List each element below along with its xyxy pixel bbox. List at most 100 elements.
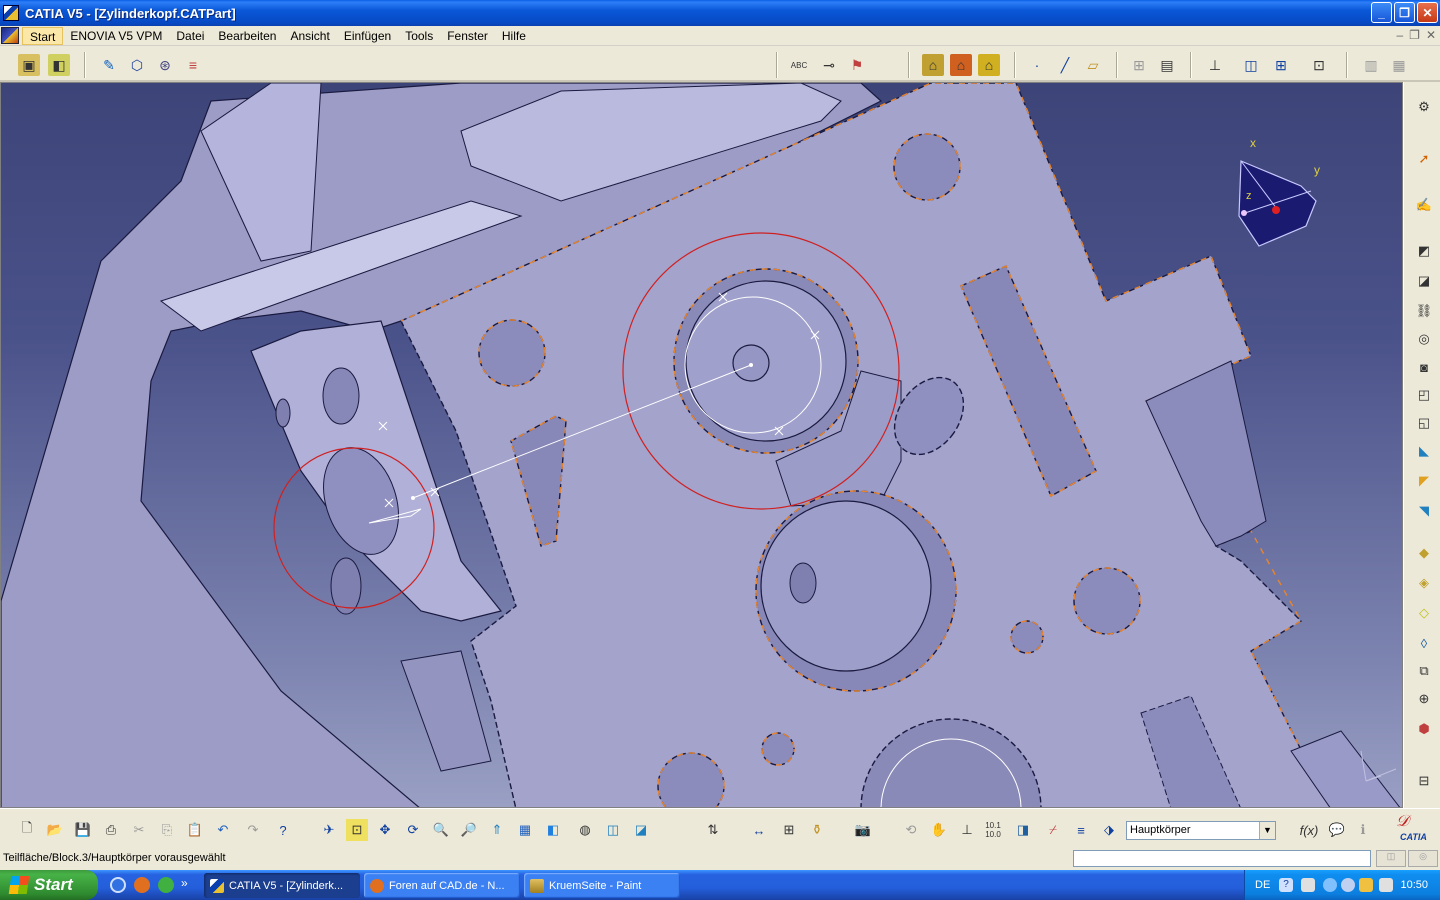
define-in-work-object-icon[interactable]: ⬗ [1098, 819, 1120, 841]
pad-icon[interactable]: ▣ [18, 54, 40, 76]
new-file-icon[interactable]: 🗋 [16, 819, 38, 841]
menu-fenster[interactable]: Fenster [440, 27, 495, 45]
translate-icon[interactable]: ⧉ [1413, 660, 1435, 682]
print-icon[interactable]: ⎙ [100, 819, 122, 841]
rotate-view-icon[interactable]: ⟳ [402, 819, 424, 841]
task-paint[interactable]: KruemSeite - Paint [524, 873, 680, 898]
slot-feature-icon[interactable]: ◰ [1413, 384, 1435, 406]
command-input[interactable] [1073, 850, 1371, 867]
measure-item-icon[interactable]: ⊞ [778, 819, 800, 841]
sketcher-icon[interactable]: ✍ [1413, 194, 1435, 216]
measure-between-icon[interactable]: ↔ [748, 819, 770, 841]
sew-surface-icon[interactable]: ◊ [1413, 632, 1435, 654]
help-tray-icon[interactable]: ? [1279, 878, 1293, 892]
ie-quicklaunch-icon[interactable] [110, 877, 126, 893]
axis-system-icon[interactable]: ⊥ [1204, 54, 1226, 76]
annotation-abc-icon[interactable]: ABC [788, 54, 810, 76]
menu-start[interactable]: Start [22, 26, 64, 45]
hide-show-icon[interactable]: ◫ [602, 819, 624, 841]
open-folder-icon[interactable]: 📂 [44, 819, 66, 841]
text-with-leader-icon[interactable]: ⊸ [818, 54, 840, 76]
messenger-tray-icon[interactable] [1359, 878, 1373, 892]
firefox-quicklaunch-icon[interactable] [134, 877, 150, 893]
work-object-select[interactable]: Hauptkörper ▼ [1126, 821, 1276, 840]
menu-einfuegen[interactable]: Einfügen [337, 27, 398, 45]
knowledge-icon[interactable]: ℹ [1352, 819, 1374, 841]
fly-mode-icon[interactable]: ✈ [318, 819, 340, 841]
task-firefox[interactable]: Foren auf CAD.de - N... [364, 873, 520, 898]
doc-restore-icon[interactable]: ❐ [1409, 28, 1420, 42]
manipulate-hand-icon[interactable]: ✋ [928, 819, 950, 841]
normal-view-icon[interactable]: ⇑ [486, 819, 508, 841]
save-icon[interactable]: 💾 [72, 819, 94, 841]
update-icon[interactable]: ⇅ [702, 819, 724, 841]
chamfer-icon[interactable]: ◤ [1413, 470, 1435, 492]
boolean-icon[interactable]: ⬢ [1413, 718, 1435, 740]
close-button[interactable]: ✕ [1417, 2, 1438, 23]
menu-ansicht[interactable]: Ansicht [283, 27, 336, 45]
draft-icon[interactable]: ◥ [1413, 500, 1435, 522]
minimize-button[interactable]: _ [1371, 2, 1392, 23]
loft-feature-icon[interactable]: ◱ [1413, 412, 1435, 434]
groove-icon[interactable]: ⊛ [154, 54, 176, 76]
whats-this-icon[interactable]: ? [272, 819, 294, 841]
start-button[interactable]: Start [0, 870, 98, 900]
fix-together-icon[interactable]: ⊞ [1128, 54, 1150, 76]
3d-viewport[interactable]: x y z [0, 82, 1403, 808]
point-icon[interactable]: · [1026, 54, 1048, 76]
thick-surface-icon[interactable]: ◈ [1413, 572, 1435, 594]
task-catia[interactable]: CATIA V5 - [Zylinderk... [204, 873, 360, 898]
shaft-feature-icon[interactable]: ⛓ [1413, 300, 1435, 322]
cut-icon[interactable]: ✂ [128, 819, 150, 841]
iso-view-icon[interactable]: ◧ [542, 819, 564, 841]
grid-icon[interactable]: ⊞ [1270, 54, 1292, 76]
material-library-icon[interactable]: ⌂ [950, 54, 972, 76]
document-icon[interactable] [1, 27, 19, 44]
material-rendering-icon[interactable]: ⌂ [978, 54, 1000, 76]
menu-bearbeiten[interactable]: Bearbeiten [211, 27, 283, 45]
sketch-icon[interactable]: ✎ [98, 54, 120, 76]
doc-close-icon[interactable]: ✕ [1426, 28, 1436, 42]
layer-filter-icon[interactable]: ◨ [1012, 819, 1034, 841]
network-tray-icon[interactable] [1301, 878, 1315, 892]
zoom-in-icon[interactable]: 🔍 [430, 819, 452, 841]
settings-gear-icon[interactable]: ⚙ [1413, 96, 1435, 118]
sync-tray-icon[interactable] [1341, 878, 1355, 892]
pan-icon[interactable]: ✥ [374, 819, 396, 841]
flag-note-icon[interactable]: ⚑ [846, 54, 868, 76]
chevron-down-icon[interactable]: ▼ [1259, 822, 1275, 839]
measure-icon[interactable]: ⊟ [1413, 770, 1435, 792]
stiffener-icon[interactable]: ≡ [182, 54, 204, 76]
copy-icon[interactable]: ⎘ [156, 819, 178, 841]
hole-feature-icon[interactable]: ◎ [1413, 328, 1435, 350]
close-surface-icon[interactable]: ◇ [1413, 602, 1435, 624]
messenger-quicklaunch-icon[interactable] [158, 877, 174, 893]
command-history-button[interactable]: ◫ [1376, 850, 1406, 867]
measure-inertia-icon[interactable]: ⚱ [806, 819, 828, 841]
back-tray-icon[interactable] [1323, 878, 1337, 892]
command-stop-button[interactable]: ◎ [1408, 850, 1438, 867]
catia-app-icon[interactable] [3, 5, 19, 21]
select-arrow-icon[interactable]: ➚ [1413, 148, 1435, 170]
multi-view-icon[interactable]: ▦ [514, 819, 536, 841]
catalog-icon[interactable]: ▤ [1156, 54, 1178, 76]
maximize-button[interactable]: ❐ [1394, 2, 1415, 23]
pocket-icon[interactable]: ◧ [48, 54, 70, 76]
shaft-icon[interactable]: ⬡ [126, 54, 148, 76]
language-indicator[interactable]: DE [1255, 879, 1270, 891]
view-mode-icon[interactable]: ◫ [1240, 54, 1262, 76]
capture-icon[interactable]: 📷 [852, 819, 874, 841]
list-icon[interactable]: ≡ [1070, 819, 1092, 841]
scale-icon[interactable]: 10.1 10.0 [982, 819, 1004, 841]
paste-icon[interactable]: 📋 [184, 819, 206, 841]
split-icon[interactable]: ◆ [1413, 542, 1435, 564]
rotate-icon[interactable]: ⊕ [1413, 688, 1435, 710]
line-icon[interactable]: ╱ [1054, 54, 1076, 76]
formula-icon[interactable]: f(x) [1298, 819, 1320, 841]
doc-minimize-icon[interactable]: – [1396, 28, 1403, 42]
redo-icon[interactable]: ↷ [242, 819, 264, 841]
zoom-out-icon[interactable]: 🔎 [458, 819, 480, 841]
undo-icon[interactable]: ↶ [212, 819, 234, 841]
swap-visible-space-icon[interactable]: ◪ [630, 819, 652, 841]
swap-view-icon[interactable]: ▦ [1388, 54, 1410, 76]
